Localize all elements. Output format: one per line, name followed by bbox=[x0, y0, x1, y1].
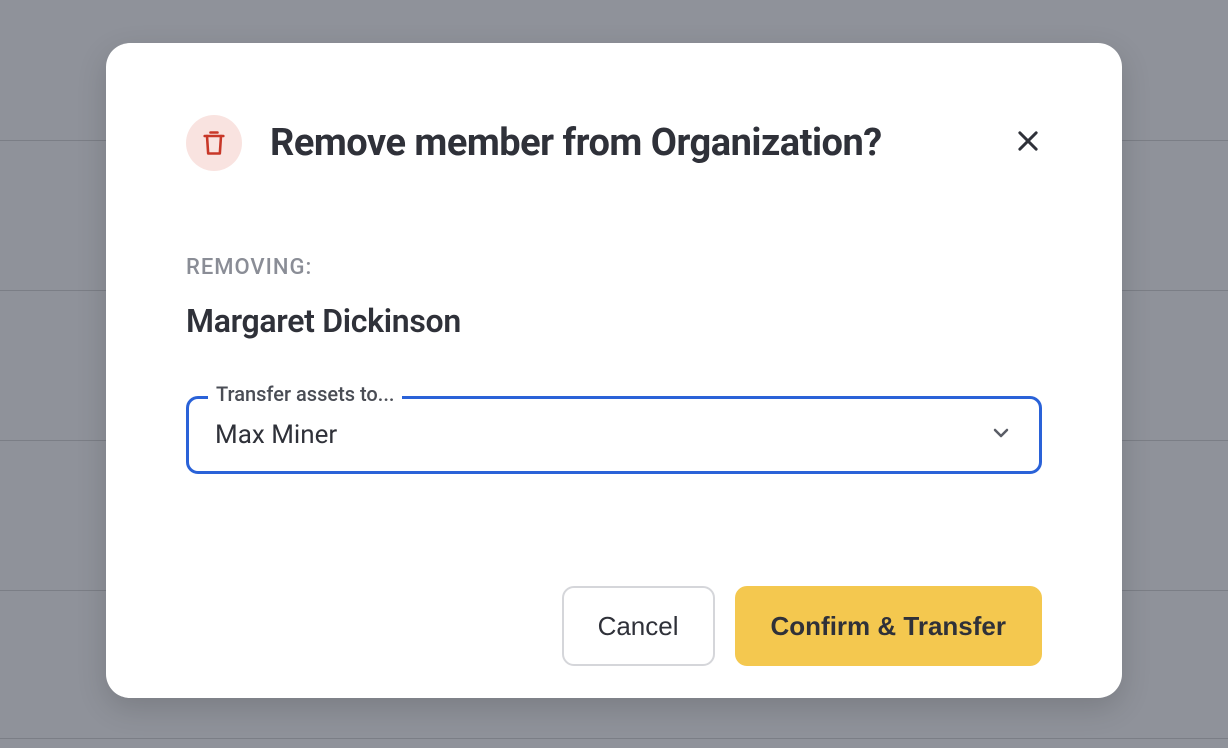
transfer-assets-select[interactable]: Max Miner bbox=[186, 396, 1042, 474]
remove-member-modal: Remove member from Organization? REMOVIN… bbox=[106, 43, 1122, 698]
modal-actions: Cancel Confirm & Transfer bbox=[186, 586, 1042, 666]
confirm-transfer-button[interactable]: Confirm & Transfer bbox=[735, 586, 1043, 666]
trash-icon bbox=[186, 115, 242, 171]
transfer-assets-legend: Transfer assets to... bbox=[208, 382, 402, 406]
removing-member-name: Margaret Dickinson bbox=[186, 302, 1042, 340]
cancel-button[interactable]: Cancel bbox=[562, 586, 715, 666]
modal-header: Remove member from Organization? bbox=[186, 115, 1042, 171]
close-button[interactable] bbox=[1004, 117, 1052, 165]
modal-title: Remove member from Organization? bbox=[270, 121, 882, 165]
chevron-down-icon bbox=[989, 421, 1013, 449]
removing-label: REMOVING: bbox=[186, 255, 1042, 280]
transfer-assets-field: Transfer assets to... Max Miner bbox=[186, 396, 1042, 474]
transfer-assets-selected-value: Max Miner bbox=[215, 420, 337, 450]
close-icon bbox=[1014, 127, 1042, 155]
